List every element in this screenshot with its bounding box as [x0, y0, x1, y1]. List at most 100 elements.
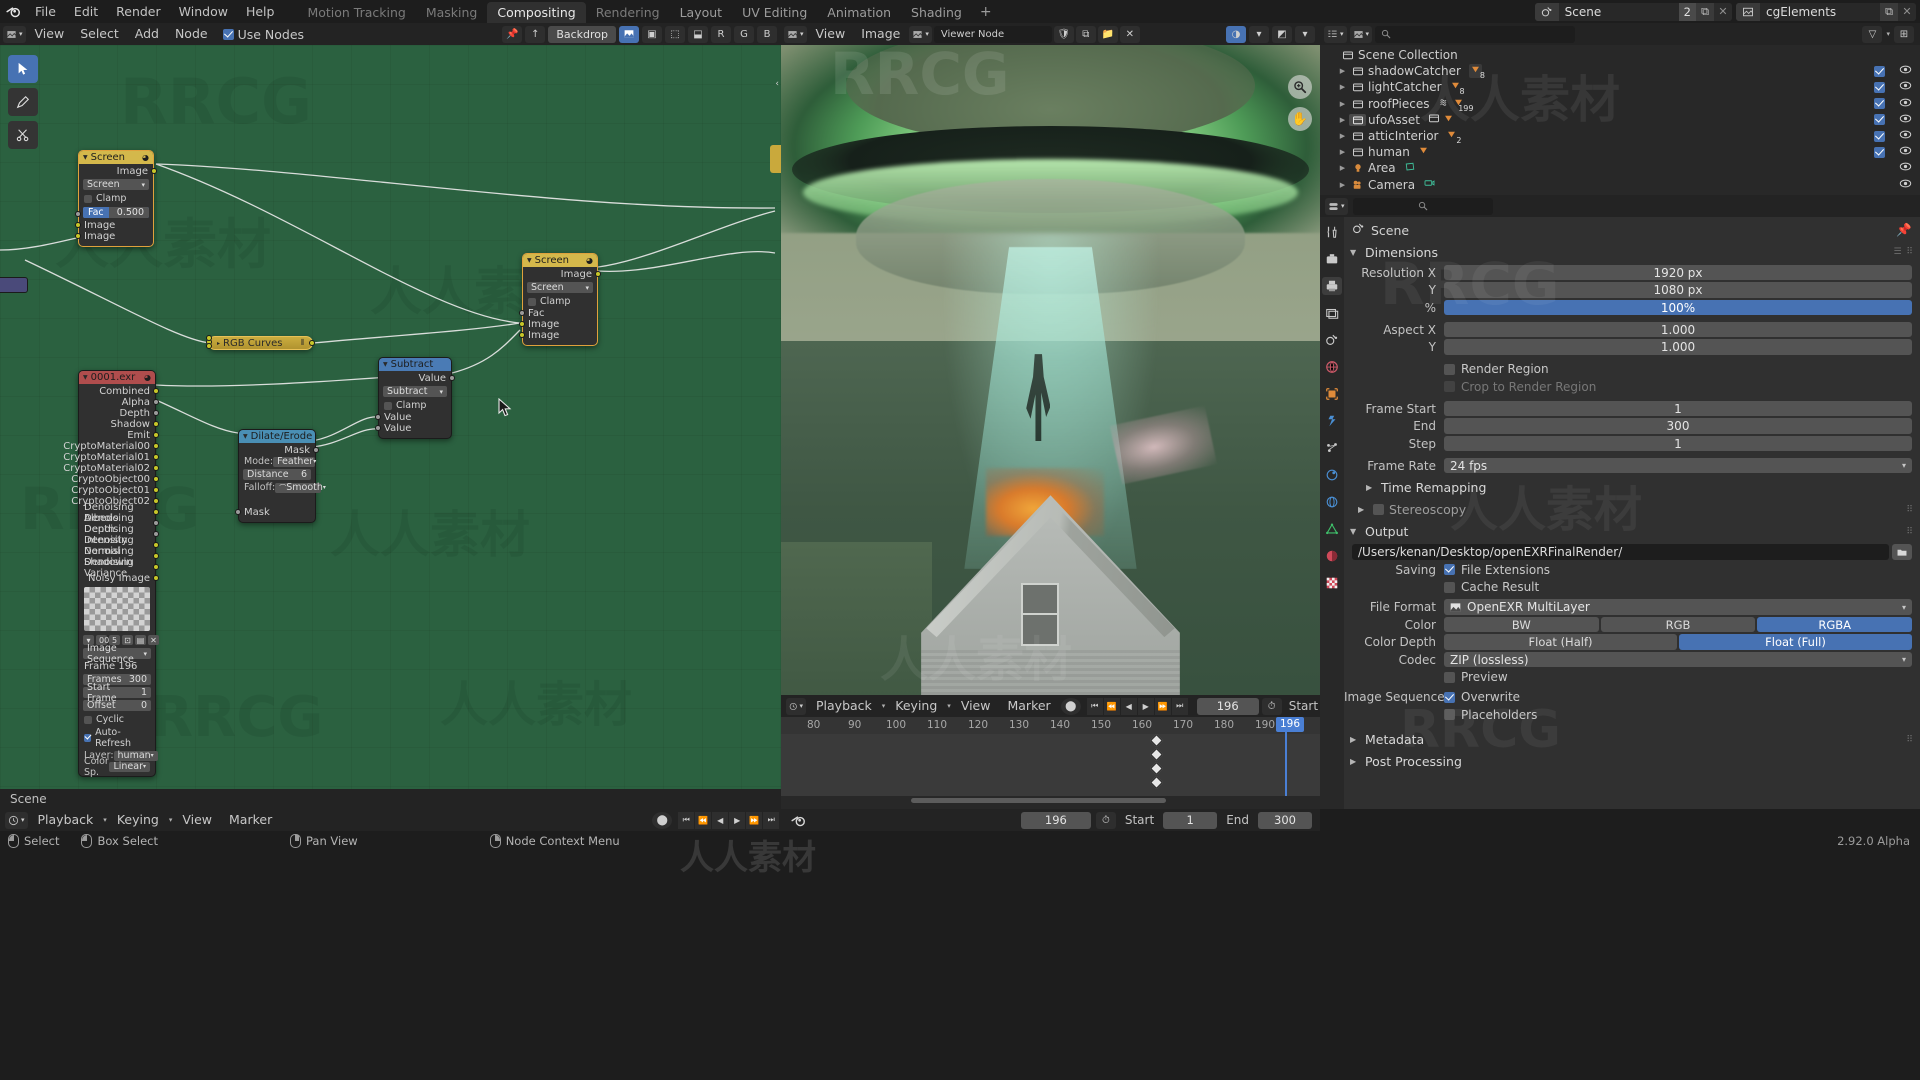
node-output-mask[interactable]: Mask [239, 445, 319, 456]
menu-render[interactable]: Render [107, 0, 170, 23]
row-resolution-percent[interactable]: % 100% [1344, 299, 1912, 316]
timeline-playback-menu[interactable]: Playback [809, 697, 879, 715]
timeline-scroll-area[interactable] [781, 796, 1320, 805]
outliner-row-shadowcatcher[interactable]: ▶ shadowCatcher 8 [1320, 63, 1920, 80]
jump-start-button[interactable]: ⏮ [1086, 697, 1103, 715]
eye-icon[interactable] [1899, 63, 1912, 79]
socket-image-in[interactable] [206, 335, 212, 341]
socket-image-in-2[interactable] [75, 233, 81, 239]
channel-b[interactable]: B [757, 25, 777, 43]
tool-link-cut-icon[interactable] [8, 121, 38, 149]
render-preview-icon[interactable]: ◑ [1226, 25, 1246, 43]
tab-uv-editing[interactable]: UV Editing [732, 2, 817, 23]
jump-end-button[interactable]: ⏭ [1171, 697, 1188, 715]
channel-g[interactable]: G [734, 25, 754, 43]
frame-start-field[interactable]: 1 [1444, 400, 1912, 417]
node-screen-mid[interactable]: ▼ Screen ◕ Image Screen ▾ Clamp Fac Imag… [519, 253, 601, 346]
node-input-value-2[interactable]: Value [375, 423, 451, 434]
unlink-image-icon[interactable]: ✕ [148, 635, 159, 645]
play-reverse-button[interactable]: ◀ [712, 811, 729, 829]
row-frame-rate[interactable]: Frame Rate 24 fps ▾ [1344, 457, 1912, 474]
view-layer-name[interactable]: cgElements [1760, 2, 1880, 21]
view-options-icon[interactable]: ▾ [1249, 25, 1269, 43]
outliner-row-human[interactable]: ▶ human [1320, 144, 1920, 160]
socket-denoising-shadowin[interactable] [153, 553, 159, 559]
out-denoise-variance[interactable]: Denoising Variance [79, 557, 159, 579]
panel-output[interactable]: ▼ Output ⠿ [1344, 521, 1920, 543]
socket-cryptoobject00[interactable] [153, 476, 159, 482]
row-aspect-x[interactable]: Aspect X 1.000 [1344, 321, 1912, 338]
checkbox-icon[interactable] [1874, 114, 1885, 126]
socket-shadow[interactable] [153, 421, 159, 427]
fake-user-shield-icon[interactable]: 🛡 [1053, 25, 1074, 43]
outliner-row-ufoasset[interactable]: ▶ ufoAsset [1320, 112, 1920, 128]
properties-search-input[interactable] [1352, 197, 1493, 215]
nested-collection-icon[interactable] [1428, 112, 1440, 127]
jump-start-button[interactable]: ⏮ [678, 811, 695, 829]
socket-denoising-intensity[interactable] [153, 531, 159, 537]
expand-triangle-icon[interactable]: ▸ [217, 340, 220, 347]
menu-edit[interactable]: Edit [65, 0, 107, 23]
preview-checkbox[interactable]: Preview [1444, 669, 1508, 685]
next-keyframe-button[interactable]: ⏩ [1154, 697, 1171, 715]
clamp-checkbox[interactable]: Clamp [523, 295, 597, 308]
filter-icon[interactable]: ▽ [1862, 25, 1883, 43]
timeline-ruler[interactable]: 80 90 100 110 120 130 140 150 160 170 18… [781, 717, 1320, 734]
tab-tool[interactable] [1322, 223, 1342, 241]
clamp-checkbox[interactable]: Clamp [379, 399, 451, 412]
outliner-row-atticinterior[interactable]: ▶ atticInterior 2 [1320, 128, 1920, 145]
backdrop-toggle[interactable]: Backdrop [548, 25, 616, 43]
stopwatch-icon[interactable]: ⏱ [1095, 811, 1116, 829]
row-crop-render-region[interactable]: Crop to Render Region [1344, 379, 1912, 395]
outliner-row-roofpieces[interactable]: ▶ roofPieces 199 [1320, 96, 1920, 113]
bottom-keying-menu[interactable]: Keying [110, 811, 166, 829]
socket-fac-in[interactable] [75, 211, 81, 217]
tab-compositing[interactable]: Compositing [487, 2, 586, 23]
node-screen-top[interactable]: ▼ Screen ◕ Image Screen ▾ Clamp Fac 0.50… [75, 150, 157, 247]
use-nodes-checkbox[interactable]: Use Nodes [217, 25, 310, 43]
keyframe-marker[interactable] [1150, 776, 1163, 789]
panel-metadata[interactable]: ▶ Metadata ⠿ [1344, 729, 1920, 751]
scene-name[interactable]: Scene [1558, 2, 1679, 21]
display-mode-icon[interactable]: ▾ [1349, 25, 1373, 43]
checkbox-icon[interactable] [1874, 146, 1885, 158]
drag-handle-icon[interactable]: ⠿ [1906, 527, 1914, 537]
color-depth-segmented-control[interactable]: Float (Half) Float (Full) [1444, 634, 1912, 650]
clamp-checkbox[interactable]: Clamp [79, 192, 153, 205]
menu-file[interactable]: File [26, 0, 65, 23]
file-extensions-checkbox[interactable]: File Extensions [1444, 562, 1550, 578]
disclosure-icon[interactable]: ▶ [1336, 148, 1349, 156]
socket-image-in-2[interactable] [519, 332, 525, 338]
socket-emit[interactable] [153, 432, 159, 438]
tab-texture[interactable] [1322, 574, 1342, 592]
out-noisy-image[interactable]: Noisy Image [79, 573, 159, 584]
menu-help[interactable]: Help [237, 0, 284, 23]
editor-type-icon[interactable]: ▾ [3, 25, 26, 43]
auto-keying-icon[interactable]: ⬤ [652, 811, 673, 829]
play-reverse-button[interactable]: ◀ [1120, 697, 1137, 715]
light-data-icon[interactable] [1404, 161, 1416, 176]
sidebar-toggle-icon[interactable]: ‹ [775, 79, 779, 89]
socket-value-in-1[interactable] [375, 414, 381, 420]
pin-icon[interactable]: 📌 [1896, 222, 1912, 238]
tab-data[interactable] [1322, 520, 1342, 538]
row-color-depth[interactable]: Color Depth Float (Half) Float (Full) [1344, 634, 1912, 650]
node-offscreen-left[interactable] [0, 277, 28, 293]
unlink-image-icon[interactable]: ✕ [1119, 25, 1140, 43]
socket-cryptomaterial00[interactable] [153, 443, 159, 449]
file-format-dropdown[interactable]: OpenEXR MultiLayer ▾ [1444, 599, 1912, 615]
fac-slider[interactable]: Fac 0.500 [83, 207, 149, 218]
timeline-scrollbar[interactable] [911, 798, 1166, 803]
frame-end-field[interactable]: 300 [1444, 418, 1912, 434]
out-cryptomat02[interactable]: CryptoMaterial02 [63, 463, 159, 474]
socket-image-in-1[interactable] [75, 222, 81, 228]
node-header[interactable]: ▼ Screen ◕ [79, 151, 153, 164]
color-option-rgba[interactable]: RGBA [1757, 616, 1913, 633]
image-datablock-icon[interactable]: ▾ [909, 25, 932, 43]
bottom-marker-menu[interactable]: Marker [222, 811, 279, 829]
row-file-format[interactable]: File Format OpenEXR MultiLayer ▾ [1344, 599, 1912, 615]
ne-menu-view[interactable]: View [28, 25, 72, 43]
blend-mode-dropdown[interactable]: Screen ▾ [83, 179, 149, 190]
socket-image-out[interactable] [309, 340, 315, 346]
image-editor-type-icon[interactable]: ▾ [784, 25, 807, 43]
